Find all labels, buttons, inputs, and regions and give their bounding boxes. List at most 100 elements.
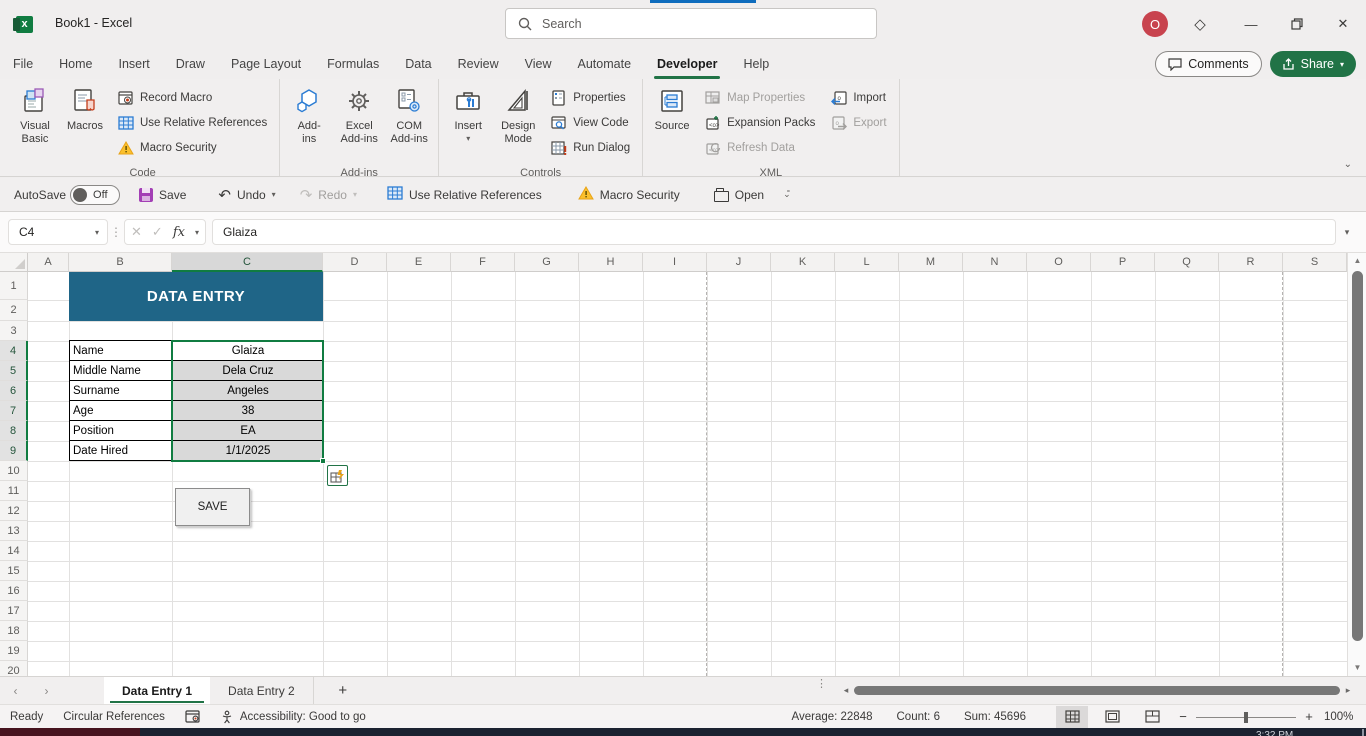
sheet-nav-next[interactable]: › [31, 677, 62, 704]
column-header-L[interactable]: L [835, 253, 899, 272]
tab-scroll-splitter[interactable]: ⋮ [816, 681, 826, 688]
properties-button[interactable]: Properties [547, 85, 634, 110]
data-entry-title-cell[interactable]: DATA ENTRY [69, 272, 323, 321]
refresh-data-button[interactable]: <o>Refresh Data [701, 135, 819, 160]
minimize-button[interactable]: — [1228, 0, 1274, 48]
autosave-toggle[interactable]: Off [70, 185, 120, 205]
insert-function-button[interactable]: fx [173, 225, 185, 240]
row-header-10[interactable]: 10 [0, 461, 28, 481]
ribbon-tab-draw[interactable]: Draw [163, 48, 218, 79]
row-header-13[interactable]: 13 [0, 521, 28, 541]
vscroll-thumb[interactable] [1352, 271, 1363, 641]
column-header-E[interactable]: E [387, 253, 451, 272]
view-code-button[interactable]: View Code [547, 110, 634, 135]
hscroll-left-arrow[interactable]: ◂ [840, 685, 852, 696]
row-header-2[interactable]: 2 [0, 300, 28, 321]
worksheet-grid[interactable]: ABCDEFGHIJKLMNOPQRS123456789101112131415… [0, 253, 1366, 676]
row-header-17[interactable]: 17 [0, 601, 28, 621]
row-header-20[interactable]: 20 [0, 661, 28, 676]
status-average[interactable]: Average: 22848 [780, 711, 885, 723]
row-header-3[interactable]: 3 [0, 321, 28, 341]
page-layout-view-button[interactable] [1096, 706, 1128, 728]
map-properties-button[interactable]: Map Properties [701, 85, 819, 110]
horizontal-scrollbar[interactable]: ◂ ▸ [840, 682, 1354, 699]
column-header-S[interactable]: S [1283, 253, 1347, 272]
field-value-cell[interactable]: Glaiza [173, 341, 324, 361]
zoom-level[interactable]: 100% [1324, 711, 1366, 723]
normal-view-button[interactable] [1056, 706, 1088, 728]
confirm-entry-icon[interactable]: ✓ [152, 224, 163, 240]
design-mode-button[interactable]: DesignMode [493, 83, 543, 165]
row-header-14[interactable]: 14 [0, 541, 28, 561]
column-header-O[interactable]: O [1027, 253, 1091, 272]
ribbon-tab-developer[interactable]: Developer [644, 48, 730, 79]
sheet-tab-data-entry-2[interactable]: Data Entry 2 [210, 677, 314, 704]
row-header-16[interactable]: 16 [0, 581, 28, 601]
ribbon-tab-home[interactable]: Home [46, 48, 105, 79]
comments-button[interactable]: Comments [1155, 51, 1261, 77]
zoom-slider[interactable] [1196, 711, 1296, 723]
zoom-in-button[interactable]: + [1302, 709, 1316, 724]
row-header-15[interactable]: 15 [0, 561, 28, 581]
insert-controls-button[interactable]: Insert▾ [443, 83, 493, 165]
excel-add-ins-button[interactable]: ExcelAdd-ins [334, 83, 384, 165]
page-break-preview-button[interactable] [1136, 706, 1168, 728]
name-box[interactable]: C4 ▾ [8, 219, 108, 245]
column-header-A[interactable]: A [28, 253, 69, 272]
open-button[interactable]: Open [707, 182, 771, 208]
column-header-C[interactable]: C [172, 253, 323, 272]
add-ins-button[interactable]: Add-ins [284, 83, 334, 165]
worksheet-save-button[interactable]: SAVE [175, 488, 250, 526]
ribbon-tab-page-layout[interactable]: Page Layout [218, 48, 314, 79]
column-header-P[interactable]: P [1091, 253, 1155, 272]
use-relative-references-button[interactable]: Use Relative References [380, 182, 549, 208]
accessibility-status[interactable]: Accessibility: Good to go [210, 705, 376, 729]
hscroll-thumb[interactable] [854, 686, 1340, 695]
field-value-cell[interactable]: Dela Cruz [173, 361, 324, 381]
row-header-11[interactable]: 11 [0, 481, 28, 501]
status-sum[interactable]: Sum: 45696 [952, 711, 1038, 723]
ribbon-tab-data[interactable]: Data [392, 48, 444, 79]
macro-record-button[interactable] [175, 705, 210, 729]
search-input[interactable]: Search [505, 8, 877, 39]
zoom-out-button[interactable]: − [1176, 709, 1190, 724]
field-label-cell[interactable]: Position [70, 421, 173, 441]
macro-security-button[interactable]: Macro Security [571, 182, 687, 208]
row-header-18[interactable]: 18 [0, 621, 28, 641]
column-header-H[interactable]: H [579, 253, 643, 272]
field-label-cell[interactable]: Surname [70, 381, 173, 401]
field-label-cell[interactable]: Date Hired [70, 441, 173, 461]
vertical-scrollbar[interactable]: ▲ ▼ [1347, 253, 1366, 676]
excel-app-icon[interactable]: x [16, 16, 33, 33]
share-button[interactable]: Share ▾ [1270, 51, 1356, 77]
row-header-19[interactable]: 19 [0, 641, 28, 661]
row-header-5[interactable]: 5 [0, 361, 28, 381]
column-header-Q[interactable]: Q [1155, 253, 1219, 272]
row-header-7[interactable]: 7 [0, 401, 28, 421]
field-value-cell[interactable]: Angeles [173, 381, 324, 401]
row-header-1[interactable]: 1 [0, 272, 28, 300]
column-header-M[interactable]: M [899, 253, 963, 272]
row-header-9[interactable]: 9 [0, 441, 28, 461]
column-header-J[interactable]: J [707, 253, 771, 272]
vscroll-down-arrow[interactable]: ▼ [1348, 660, 1366, 676]
fill-handle[interactable] [320, 458, 326, 464]
column-header-N[interactable]: N [963, 253, 1027, 272]
row-header-8[interactable]: 8 [0, 421, 28, 441]
ribbon-tab-view[interactable]: View [512, 48, 565, 79]
com-add-ins-button[interactable]: COMAdd-ins [384, 83, 434, 165]
save-button[interactable]: Save [132, 182, 193, 208]
column-header-G[interactable]: G [515, 253, 579, 272]
use-relative-references-button[interactable]: Use Relative References [114, 110, 271, 135]
expand-formula-bar-chevron[interactable]: ▾ [1336, 227, 1358, 238]
circular-references-indicator[interactable]: Circular References [53, 705, 175, 729]
ribbon-tab-review[interactable]: Review [445, 48, 512, 79]
ribbon-tab-file[interactable]: File [0, 48, 46, 79]
ribbon-tab-help[interactable]: Help [730, 48, 782, 79]
column-header-R[interactable]: R [1219, 253, 1283, 272]
column-header-K[interactable]: K [771, 253, 835, 272]
select-all-corner[interactable] [0, 253, 28, 272]
record-macro-button[interactable]: Record Macro [114, 85, 271, 110]
run-dialog-button[interactable]: Run Dialog [547, 135, 634, 160]
expansion-packs-button[interactable]: <o>Expansion Packs [701, 110, 819, 135]
